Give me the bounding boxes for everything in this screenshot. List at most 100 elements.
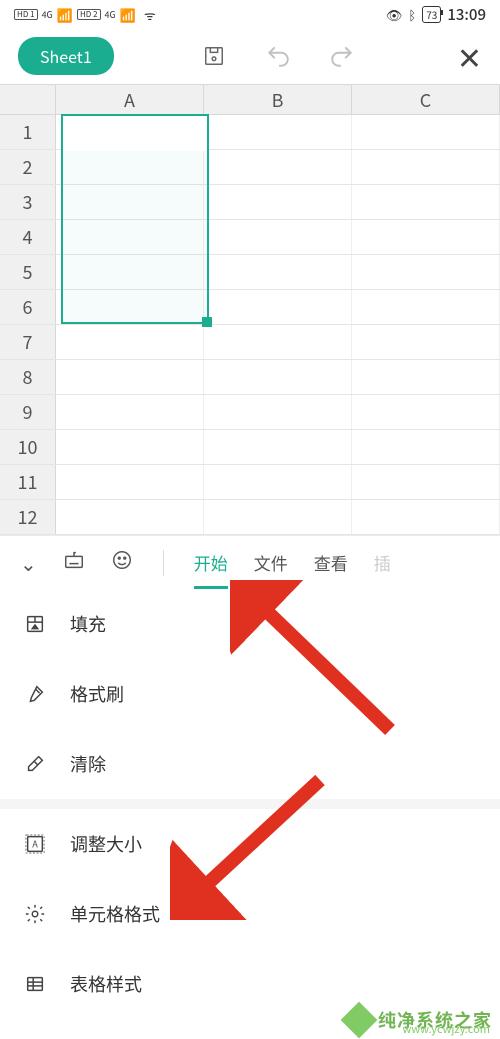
row-header[interactable]: 2 bbox=[0, 150, 56, 184]
fill-icon bbox=[24, 612, 48, 636]
menu-format-brush[interactable]: 格式刷 bbox=[0, 659, 500, 729]
cell[interactable] bbox=[204, 255, 352, 289]
table-row: 10 bbox=[0, 430, 500, 465]
assistant-icon[interactable] bbox=[111, 549, 133, 576]
cell[interactable] bbox=[204, 360, 352, 394]
cell[interactable] bbox=[352, 430, 500, 464]
cell[interactable] bbox=[352, 395, 500, 429]
cell[interactable] bbox=[56, 115, 204, 149]
tab-more[interactable]: 插 bbox=[374, 550, 391, 575]
hd2-badge: HD 2 bbox=[77, 9, 101, 20]
cell[interactable] bbox=[352, 220, 500, 254]
cell[interactable] bbox=[56, 290, 204, 324]
cell[interactable] bbox=[56, 465, 204, 499]
cell[interactable] bbox=[352, 255, 500, 289]
cell[interactable] bbox=[56, 395, 204, 429]
cell[interactable] bbox=[352, 500, 500, 534]
watermark-logo-icon bbox=[341, 1002, 378, 1039]
table-row: 1 bbox=[0, 115, 500, 150]
cell[interactable] bbox=[56, 220, 204, 254]
row-header[interactable]: 5 bbox=[0, 255, 56, 289]
redo-icon[interactable] bbox=[326, 43, 358, 69]
row-header[interactable]: 4 bbox=[0, 220, 56, 254]
cell[interactable] bbox=[204, 430, 352, 464]
table-row: 3 bbox=[0, 185, 500, 220]
menu-item-label: 表格样式 bbox=[70, 971, 142, 997]
cell[interactable] bbox=[352, 115, 500, 149]
col-header-c[interactable]: C bbox=[352, 85, 500, 114]
resize-icon: A bbox=[24, 832, 48, 856]
tab-view[interactable]: 查看 bbox=[314, 550, 348, 575]
row-header[interactable]: 7 bbox=[0, 325, 56, 359]
menu-cell-format[interactable]: 单元格格式 bbox=[0, 879, 500, 949]
row-header[interactable]: 1 bbox=[0, 115, 56, 149]
svg-text:A: A bbox=[32, 837, 38, 851]
cell[interactable] bbox=[56, 255, 204, 289]
table-row: 2 bbox=[0, 150, 500, 185]
spreadsheet[interactable]: A B C 123456789101112 bbox=[0, 84, 500, 535]
table-icon bbox=[24, 972, 48, 996]
sheet-tab[interactable]: Sheet1 bbox=[18, 37, 114, 75]
cell[interactable] bbox=[56, 500, 204, 534]
row-header[interactable]: 9 bbox=[0, 395, 56, 429]
tab-file[interactable]: 文件 bbox=[254, 550, 288, 575]
menu-resize[interactable]: A 调整大小 bbox=[0, 809, 500, 879]
cell[interactable] bbox=[352, 325, 500, 359]
col-header-b[interactable]: B bbox=[204, 85, 352, 114]
col-header-a[interactable]: A bbox=[56, 85, 204, 114]
menu-item-label: 清除 bbox=[70, 751, 106, 777]
cell[interactable] bbox=[204, 150, 352, 184]
save-icon[interactable] bbox=[198, 45, 230, 67]
cell[interactable] bbox=[56, 185, 204, 219]
chevron-down-icon[interactable]: ⌄ bbox=[20, 548, 37, 577]
keyboard-icon[interactable] bbox=[63, 549, 85, 576]
menu-fill[interactable]: 填充 bbox=[0, 589, 500, 659]
menu-list: 填充 格式刷 清除 A 调整大小 单元格格式 bbox=[0, 589, 500, 1019]
table-row: 6 bbox=[0, 290, 500, 325]
menu-item-label: 单元格格式 bbox=[70, 901, 160, 927]
cell[interactable] bbox=[56, 325, 204, 359]
row-header[interactable]: 12 bbox=[0, 500, 56, 534]
row-header[interactable]: 3 bbox=[0, 185, 56, 219]
menu-item-label: 填充 bbox=[70, 611, 106, 637]
panel-tabs: ⌄ 开始 文件 查看 插 bbox=[0, 535, 500, 589]
row-header[interactable]: 10 bbox=[0, 430, 56, 464]
cell[interactable] bbox=[204, 325, 352, 359]
cell[interactable] bbox=[56, 430, 204, 464]
cell[interactable] bbox=[352, 465, 500, 499]
gear-icon bbox=[24, 902, 48, 926]
undo-icon[interactable] bbox=[262, 43, 294, 69]
bluetooth-icon: ᛒ bbox=[408, 5, 416, 24]
cell[interactable] bbox=[204, 465, 352, 499]
tab-start[interactable]: 开始 bbox=[194, 550, 228, 575]
eraser-icon bbox=[24, 752, 48, 776]
row-header[interactable]: 11 bbox=[0, 465, 56, 499]
cell[interactable] bbox=[56, 150, 204, 184]
table-row: 4 bbox=[0, 220, 500, 255]
status-bar: HD 1 4G 📶 HD 2 4G 📶 ᯤ 👁 ᛒ 73 13:09 bbox=[0, 0, 500, 28]
table-row: 8 bbox=[0, 360, 500, 395]
eye-icon: 👁 bbox=[386, 5, 403, 24]
cell[interactable] bbox=[56, 360, 204, 394]
cell[interactable] bbox=[352, 360, 500, 394]
wifi-icon: ᯤ bbox=[144, 5, 156, 24]
brush-icon bbox=[24, 682, 48, 706]
clock: 13:09 bbox=[447, 4, 486, 25]
row-header[interactable]: 8 bbox=[0, 360, 56, 394]
signal1-text: 4G bbox=[42, 8, 53, 21]
cell[interactable] bbox=[204, 220, 352, 254]
cell[interactable] bbox=[352, 290, 500, 324]
cell[interactable] bbox=[352, 185, 500, 219]
cell[interactable] bbox=[204, 395, 352, 429]
cell[interactable] bbox=[204, 500, 352, 534]
cell[interactable] bbox=[352, 150, 500, 184]
cell[interactable] bbox=[204, 115, 352, 149]
menu-clear[interactable]: 清除 bbox=[0, 729, 500, 799]
table-row: 11 bbox=[0, 465, 500, 500]
close-icon[interactable]: ✕ bbox=[457, 34, 482, 78]
cell[interactable] bbox=[204, 290, 352, 324]
table-row: 5 bbox=[0, 255, 500, 290]
cell[interactable] bbox=[204, 185, 352, 219]
corner-cell[interactable] bbox=[0, 85, 56, 114]
row-header[interactable]: 6 bbox=[0, 290, 56, 324]
